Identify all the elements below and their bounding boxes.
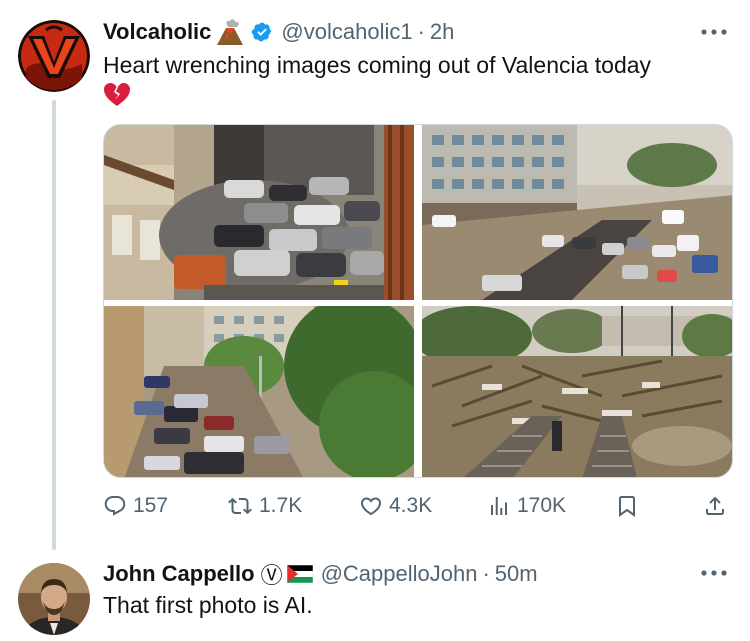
reply-more-options-icon[interactable] <box>698 559 730 587</box>
like-count: 4.3K <box>389 494 433 517</box>
photo-2[interactable] <box>422 125 732 300</box>
timestamp[interactable]: 2h <box>430 19 454 45</box>
photo-4[interactable] <box>422 306 732 477</box>
views-count: 170K <box>517 494 567 517</box>
flooded-street-aerial-photo <box>422 125 732 300</box>
separator-dot: · <box>482 561 490 586</box>
thread-line <box>52 100 56 550</box>
photo-3[interactable] <box>104 306 414 477</box>
heart-icon <box>360 497 382 516</box>
reply-avatar[interactable] <box>18 563 90 635</box>
tweet-text: Heart wrenching images coming out of Val… <box>103 52 652 78</box>
bookmark-icon <box>619 496 635 517</box>
reply-timestamp[interactable]: 50m <box>495 561 538 587</box>
more-options-icon[interactable] <box>698 18 730 46</box>
broken-heart-icon <box>103 82 131 113</box>
reply-author-name[interactable]: John Cappello <box>103 561 255 587</box>
like-button[interactable]: 4.3K <box>359 494 432 518</box>
reply-icon <box>104 496 126 516</box>
views-button[interactable]: 170K <box>487 494 566 518</box>
flooded-cars-trees-photo <box>104 306 414 477</box>
author-handle[interactable]: @volcaholic1 <box>281 19 412 45</box>
volcaholic-logo <box>18 20 90 92</box>
author-name[interactable]: Volcaholic <box>103 19 211 45</box>
repost-button[interactable]: 1.7K <box>227 494 302 518</box>
share-icon <box>706 496 724 515</box>
avatar[interactable] <box>18 20 90 92</box>
reply-button[interactable]: 157 <box>103 494 168 518</box>
separator-dot: · <box>417 19 425 44</box>
views-chart-icon <box>491 497 507 515</box>
photo-1[interactable] <box>104 125 414 300</box>
share-button[interactable] <box>703 494 727 518</box>
tweet-header: Volcaholic @volcaholic1 · 2h <box>103 18 454 46</box>
bookmark-button[interactable] <box>615 494 639 518</box>
media-grid <box>103 124 733 478</box>
debris-railway-photo <box>422 306 732 477</box>
repost-count: 1.7K <box>259 494 303 517</box>
reply-text: That first photo is AI. <box>103 592 313 618</box>
palestine-flag-icon <box>286 565 313 583</box>
repost-icon <box>228 497 252 515</box>
volcano-icon <box>215 18 245 46</box>
reply-author-handle[interactable]: @CappelloJohn <box>321 561 478 587</box>
tweet-actions: 157 1.7K 4.3K 170K <box>103 494 733 524</box>
reply-header: John Cappello Ⓥ @CappelloJohn · 50m <box>103 558 538 590</box>
street-cars-piled-photo <box>104 125 414 300</box>
reply-count: 157 <box>133 494 169 517</box>
vegan-badge-icon: Ⓥ <box>260 563 283 588</box>
person-photo <box>18 563 90 635</box>
verified-badge-icon[interactable] <box>251 21 273 43</box>
